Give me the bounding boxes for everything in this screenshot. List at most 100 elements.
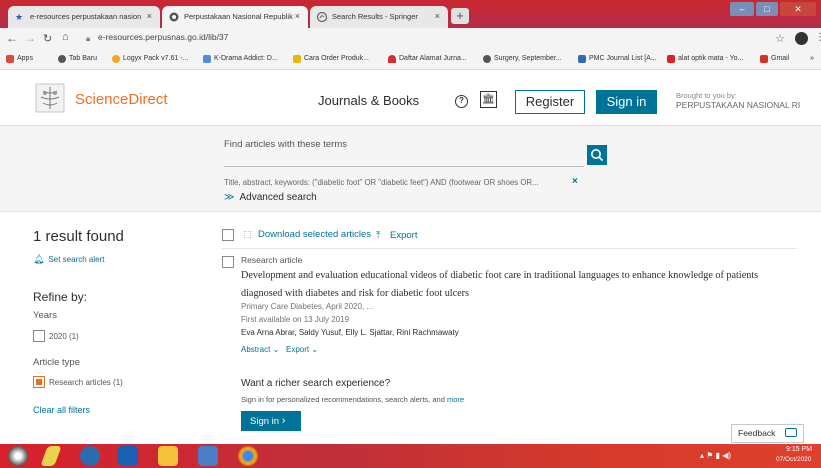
tray-icons[interactable]: ▴ ⚑ ▮ ◀) xyxy=(700,451,731,460)
minimize-icon[interactable]: – xyxy=(730,2,754,16)
bookmark-logyx[interactable]: Logyx Pack v7.61 -... xyxy=(112,55,188,63)
bookmarks-overflow-icon[interactable]: » xyxy=(810,55,814,62)
bookmark-star-icon[interactable]: ☆ xyxy=(775,32,785,45)
set-search-alert-link[interactable]: 🔔︎ Set search alert xyxy=(33,254,104,265)
checkbox-checked-mark xyxy=(36,379,42,385)
mail-icon[interactable] xyxy=(118,446,138,466)
result-title-link[interactable]: Development and evaluation educational v… xyxy=(241,267,801,302)
globe-icon xyxy=(58,55,66,63)
browser-tab-perpusnas[interactable]: Perpustakaan Nasional Republik × xyxy=(162,6,308,28)
sciencedirect-brand[interactable]: ScienceDirect xyxy=(75,91,168,108)
journals-books-link[interactable]: Journals & Books xyxy=(318,93,419,108)
article-type-badge: Research article xyxy=(241,255,303,265)
bookmark-gmail[interactable]: Gmail xyxy=(760,55,789,63)
url-text[interactable]: e-resources.perpusnas.go.id/lib/37 xyxy=(98,32,228,42)
result-count: 1 result found xyxy=(33,228,124,245)
word-icon[interactable] xyxy=(198,446,218,466)
double-chevron-down-icon: ≫ xyxy=(224,192,235,203)
institution-icon[interactable]: 🏛︎ xyxy=(480,91,497,108)
year-2020-checkbox[interactable] xyxy=(33,330,45,342)
site-header: ScienceDirect Journals & Books ? 🏛︎ Regi… xyxy=(0,70,821,126)
search-button[interactable] xyxy=(587,145,607,165)
ie-icon[interactable] xyxy=(80,446,100,466)
new-tab-button[interactable]: + xyxy=(451,8,469,24)
export-link[interactable]: Export xyxy=(390,230,417,241)
browser-tab-springer[interactable]: Search Results - Springer × xyxy=(310,6,448,28)
results-toolbar: ⬚ Download selected articles ⤒ Export xyxy=(222,229,797,249)
bell-icon: 🔔︎ xyxy=(33,254,45,264)
close-icon[interactable]: × xyxy=(147,11,152,21)
institution-name: PERPUSTAKAAN NASIONAL RI xyxy=(676,100,801,110)
more-link[interactable]: more xyxy=(447,395,464,404)
shop-icon xyxy=(293,55,301,63)
result-select-checkbox[interactable] xyxy=(222,256,234,268)
register-button[interactable]: Register xyxy=(515,90,585,114)
bookmark-cara-order[interactable]: Cara Order Produk... xyxy=(293,55,369,63)
result-export-toggle[interactable]: Export ⌄ xyxy=(286,345,318,354)
richer-experience-text: Sign in for personalized recommendations… xyxy=(241,395,465,404)
years-filter-label: Years xyxy=(33,310,57,321)
profile-avatar-icon[interactable] xyxy=(795,32,808,45)
sign-in-button[interactable]: Sign in xyxy=(596,90,657,114)
menu-kebab-icon[interactable]: ⋮ xyxy=(815,32,821,43)
search-input[interactable]: Find articles with these terms xyxy=(224,139,347,150)
year-2020-label: 2020 (1) xyxy=(49,332,79,341)
address-bar: ← → ↻ ⌂ 🔒︎ e-resources.perpusnas.go.id/l… xyxy=(0,28,821,50)
bookmark-apps[interactable]: Apps xyxy=(6,55,33,63)
brought-to-you-label: Brought to you by: xyxy=(676,91,737,100)
bookmark-kdrama[interactable]: K-Drama Addict: D... xyxy=(203,55,278,63)
close-icon[interactable]: × xyxy=(435,11,440,21)
download-selected-link[interactable]: Download selected articles xyxy=(258,229,371,240)
bookmark-tab-baru[interactable]: Tab Baru xyxy=(58,55,97,63)
search-panel: Find articles with these terms Title, ab… xyxy=(0,126,821,212)
windows-taskbar: ▴ ⚑ ▮ ◀) xyxy=(0,444,821,468)
window-controls: – □ ✕ xyxy=(730,0,818,18)
clock-date: 07/Oct/2020 xyxy=(776,456,812,463)
forward-icon[interactable]: → xyxy=(24,31,36,45)
chevron-down-icon: ⌄ xyxy=(272,345,280,354)
clock-time: 9:15 PM xyxy=(786,446,813,453)
search-icon xyxy=(591,149,604,162)
browser-tab-eresources[interactable]: ★ e-resources perpustakaan nasion × xyxy=(8,6,160,28)
close-window-icon[interactable]: ✕ xyxy=(780,2,816,16)
bookmark-daftar-alamat[interactable]: Daftar Alamat Jurna... xyxy=(388,55,467,63)
clear-terms-icon[interactable]: × xyxy=(572,176,578,187)
clear-all-filters-link[interactable]: Clear all filters xyxy=(33,405,90,415)
lock-icon: 🔒︎ xyxy=(86,34,91,43)
result-availability: First available on 13 July 2019 xyxy=(241,315,350,324)
maximize-icon[interactable]: □ xyxy=(756,2,778,16)
export-icon: ⤒ xyxy=(376,230,381,241)
apps-grid-icon xyxy=(6,55,14,63)
folder-icon[interactable] xyxy=(158,446,178,466)
chrome-taskbar-icon[interactable] xyxy=(238,446,258,466)
chrome-icon xyxy=(169,12,179,22)
research-articles-checkbox[interactable] xyxy=(33,376,45,388)
select-all-checkbox[interactable] xyxy=(222,229,234,241)
sign-in-prompt-button[interactable]: Sign in › xyxy=(241,411,301,431)
advanced-search-link[interactable]: ≫ Advanced search xyxy=(224,192,317,203)
blogger-icon xyxy=(203,55,211,63)
bookmark-page-icon xyxy=(388,55,396,63)
search-input-underline xyxy=(224,166,584,167)
home-icon[interactable]: ⌂ xyxy=(62,31,69,43)
app-icon[interactable] xyxy=(40,446,62,466)
globe-icon xyxy=(483,55,491,63)
springer-icon xyxy=(316,11,328,23)
start-button-icon[interactable] xyxy=(8,446,28,466)
tab-label: e-resources perpustakaan nasion xyxy=(30,12,142,21)
elsevier-logo-icon[interactable] xyxy=(35,83,65,113)
tab-label: Search Results - Springer xyxy=(332,12,418,21)
richer-experience-heading: Want a richer search experience? xyxy=(241,378,391,389)
reload-icon[interactable]: ↻ xyxy=(43,32,52,45)
abstract-toggle[interactable]: Abstract ⌄ xyxy=(241,345,279,354)
back-icon[interactable]: ← xyxy=(6,31,18,45)
bookmark-surgery[interactable]: Surgery, September... xyxy=(483,55,562,63)
bookmark-pmc[interactable]: PMC Journal List [A... xyxy=(578,55,657,63)
bookmark-alat-optik[interactable]: alat optik mata - Yo... xyxy=(667,55,743,63)
youtube-icon xyxy=(667,55,675,63)
pdf-icon: ⬚ xyxy=(243,229,252,239)
research-articles-label: Research articles (1) xyxy=(49,378,123,387)
feedback-button[interactable]: Feedback xyxy=(731,424,804,443)
close-icon[interactable]: × xyxy=(295,11,300,21)
help-icon[interactable]: ? xyxy=(455,95,468,108)
